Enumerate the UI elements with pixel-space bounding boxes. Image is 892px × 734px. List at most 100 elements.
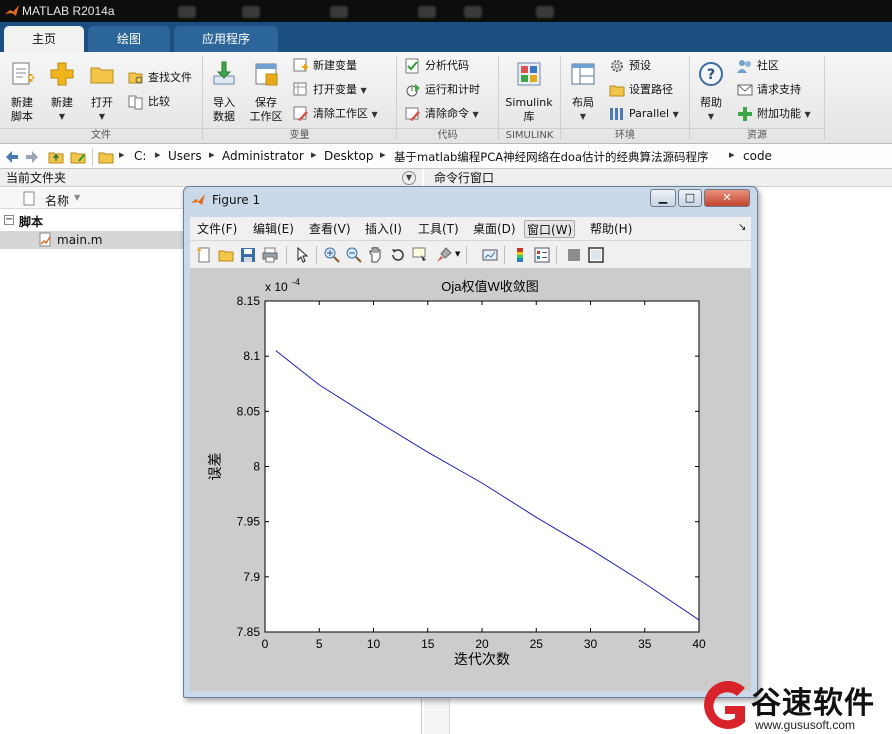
parallel-button[interactable]: Parallel ▼ [609, 104, 679, 124]
addons-caret: ▼ [804, 110, 811, 119]
rotate-3d-icon[interactable] [390, 247, 406, 263]
legend-icon[interactable] [534, 247, 550, 263]
forward-arrow-icon[interactable] [24, 149, 40, 165]
layout-dropdown-caret: ▼ [579, 112, 587, 121]
breadcrumb-administrator[interactable]: Administrator [222, 149, 304, 163]
new-script-button[interactable]: 新建 脚本 [2, 56, 42, 126]
compare-button[interactable]: 比较 [128, 92, 170, 112]
save-workspace-button[interactable]: 保存 工作区 [246, 56, 286, 126]
blurred-quick-access-icon[interactable] [178, 6, 196, 18]
breadcrumb-separator: ▸ [311, 148, 317, 161]
colorbar-icon[interactable] [512, 247, 528, 263]
blurred-quick-access-icon[interactable] [330, 6, 348, 18]
current-folder-header: 当前文件夹 [0, 169, 422, 187]
breadcrumb-separator: ▸ [209, 148, 215, 161]
plot-svg[interactable]: 0 5 10 15 20 25 30 35 40 7.85 7.9 7.95 8 8.05 8.1 8.15 x… [190, 269, 751, 691]
help-dropdown-caret: ▼ [707, 112, 715, 121]
tab-plots[interactable]: 绘图 [88, 26, 170, 52]
breadcrumb-users[interactable]: Users [168, 149, 202, 163]
sort-caret-icon[interactable]: ▼ [74, 193, 80, 202]
open-file-icon[interactable] [218, 247, 234, 263]
new-dropdown-caret: ▼ [58, 112, 66, 121]
x-tick-label: 10 [367, 637, 381, 651]
back-arrow-icon[interactable] [4, 149, 20, 165]
menu-help[interactable]: 帮助(H) [588, 220, 634, 238]
brush-icon[interactable] [436, 247, 452, 263]
tab-home[interactable]: 主页 [4, 26, 84, 52]
run-and-time-button[interactable]: 运行和计时 [405, 80, 480, 100]
minimize-button[interactable]: ▁ [650, 189, 676, 207]
new-button[interactable]: 新建 ▼ [42, 56, 82, 126]
find-files-button[interactable]: 查找文件 [128, 68, 192, 88]
group-label-file: 文件 [0, 128, 202, 142]
menu-view[interactable]: 查看(V) [307, 220, 353, 238]
blurred-quick-access-icon[interactable] [464, 6, 482, 18]
gususoft-watermark: 谷速软件 www.gususoft.com [695, 676, 892, 734]
pointer-icon[interactable] [294, 247, 310, 263]
show-plot-tools-icon[interactable] [588, 247, 604, 263]
blurred-quick-access-icon[interactable] [242, 6, 260, 18]
data-cursor-icon[interactable] [412, 247, 428, 263]
new-figure-icon[interactable] [196, 247, 212, 263]
simulink-library-button[interactable]: Simulink 库 [502, 56, 556, 126]
x-tick-label: 0 [262, 637, 269, 651]
link-plot-icon[interactable] [482, 247, 498, 263]
pan-hand-icon[interactable] [368, 247, 384, 263]
collapse-toggle-icon[interactable]: − [4, 215, 14, 225]
figure-menu-bar: 文件(F) 编辑(E) 查看(V) 插入(I) 工具(T) 桌面(D) 窗口(W… [190, 217, 751, 241]
blurred-quick-access-icon[interactable] [536, 6, 554, 18]
name-column-header[interactable]: 名称 [45, 192, 69, 209]
breadcrumb-project-folder[interactable]: 基于matlab编程PCA神经网络在doa估计的经典算法源码程序 [394, 149, 709, 165]
preferences-button[interactable]: 预设 [609, 56, 651, 76]
open-variable-button[interactable]: 打开变量 ▼ [293, 80, 367, 100]
menu-edit[interactable]: 编辑(E) [251, 220, 296, 238]
dock-arrow-icon[interactable]: ↘ [738, 222, 746, 233]
group-label-code: 代码 [397, 128, 498, 142]
new-variable-button[interactable]: 新建变量 [293, 56, 357, 76]
import-data-button[interactable]: 导入 数据 [204, 56, 244, 126]
open-button[interactable]: 打开 ▼ [82, 56, 122, 126]
run-and-time-label: 运行和计时 [425, 83, 480, 96]
group-label-environment: 环境 [561, 128, 689, 142]
y-axis-label: 误差 [207, 453, 223, 481]
file-type-column-icon [23, 191, 35, 206]
parallel-caret: ▼ [672, 110, 679, 119]
zoom-in-icon[interactable] [324, 247, 340, 263]
clear-workspace-button[interactable]: 清除工作区 ▼ [293, 104, 378, 124]
help-button[interactable]: ? 帮助 ▼ [691, 56, 731, 126]
hide-plot-tools-icon[interactable] [566, 247, 582, 263]
menu-desktop[interactable]: 桌面(D) [471, 220, 518, 238]
open-dropdown-caret: ▼ [98, 112, 106, 121]
parallel-label: Parallel [629, 107, 670, 120]
community-button[interactable]: 社区 [737, 56, 779, 76]
clear-commands-caret: ▼ [472, 110, 479, 119]
close-button[interactable]: ✕ [704, 189, 750, 207]
clear-commands-button[interactable]: 清除命令 ▼ [405, 104, 479, 124]
blurred-quick-access-icon[interactable] [418, 6, 436, 18]
addons-button[interactable]: 附加功能 ▼ [737, 104, 811, 124]
figure-title: Figure 1 [212, 193, 261, 207]
brush-dropdown-icon[interactable]: ▼ [455, 250, 460, 258]
breadcrumb-drive[interactable]: C: [134, 149, 146, 163]
breadcrumb-desktop[interactable]: Desktop [324, 149, 374, 163]
breadcrumb-code[interactable]: code [743, 149, 772, 163]
analyze-code-button[interactable]: 分析代码 [405, 56, 469, 76]
tab-apps[interactable]: 应用程序 [174, 26, 278, 52]
up-folder-icon[interactable] [48, 149, 64, 165]
new-label: 新建 [51, 96, 73, 109]
menu-insert[interactable]: 插入(I) [363, 220, 404, 238]
new-variable-label: 新建变量 [313, 59, 357, 72]
zoom-out-icon[interactable] [346, 247, 362, 263]
menu-tools[interactable]: 工具(T) [416, 220, 461, 238]
maximize-button[interactable]: □ [678, 189, 702, 207]
request-support-button[interactable]: 请求支持 [737, 80, 801, 100]
panel-actions-icon[interactable]: ▼ [402, 171, 416, 185]
browse-folder-icon[interactable] [70, 149, 86, 165]
menu-file[interactable]: 文件(F) [195, 220, 239, 238]
set-path-button[interactable]: 设置路径 [609, 80, 673, 100]
x-tick-label: 30 [584, 637, 598, 651]
layout-button[interactable]: 布局 ▼ [563, 56, 603, 126]
menu-window[interactable]: 窗口(W) [524, 220, 576, 238]
print-icon[interactable] [262, 247, 278, 263]
save-icon[interactable] [240, 247, 256, 263]
